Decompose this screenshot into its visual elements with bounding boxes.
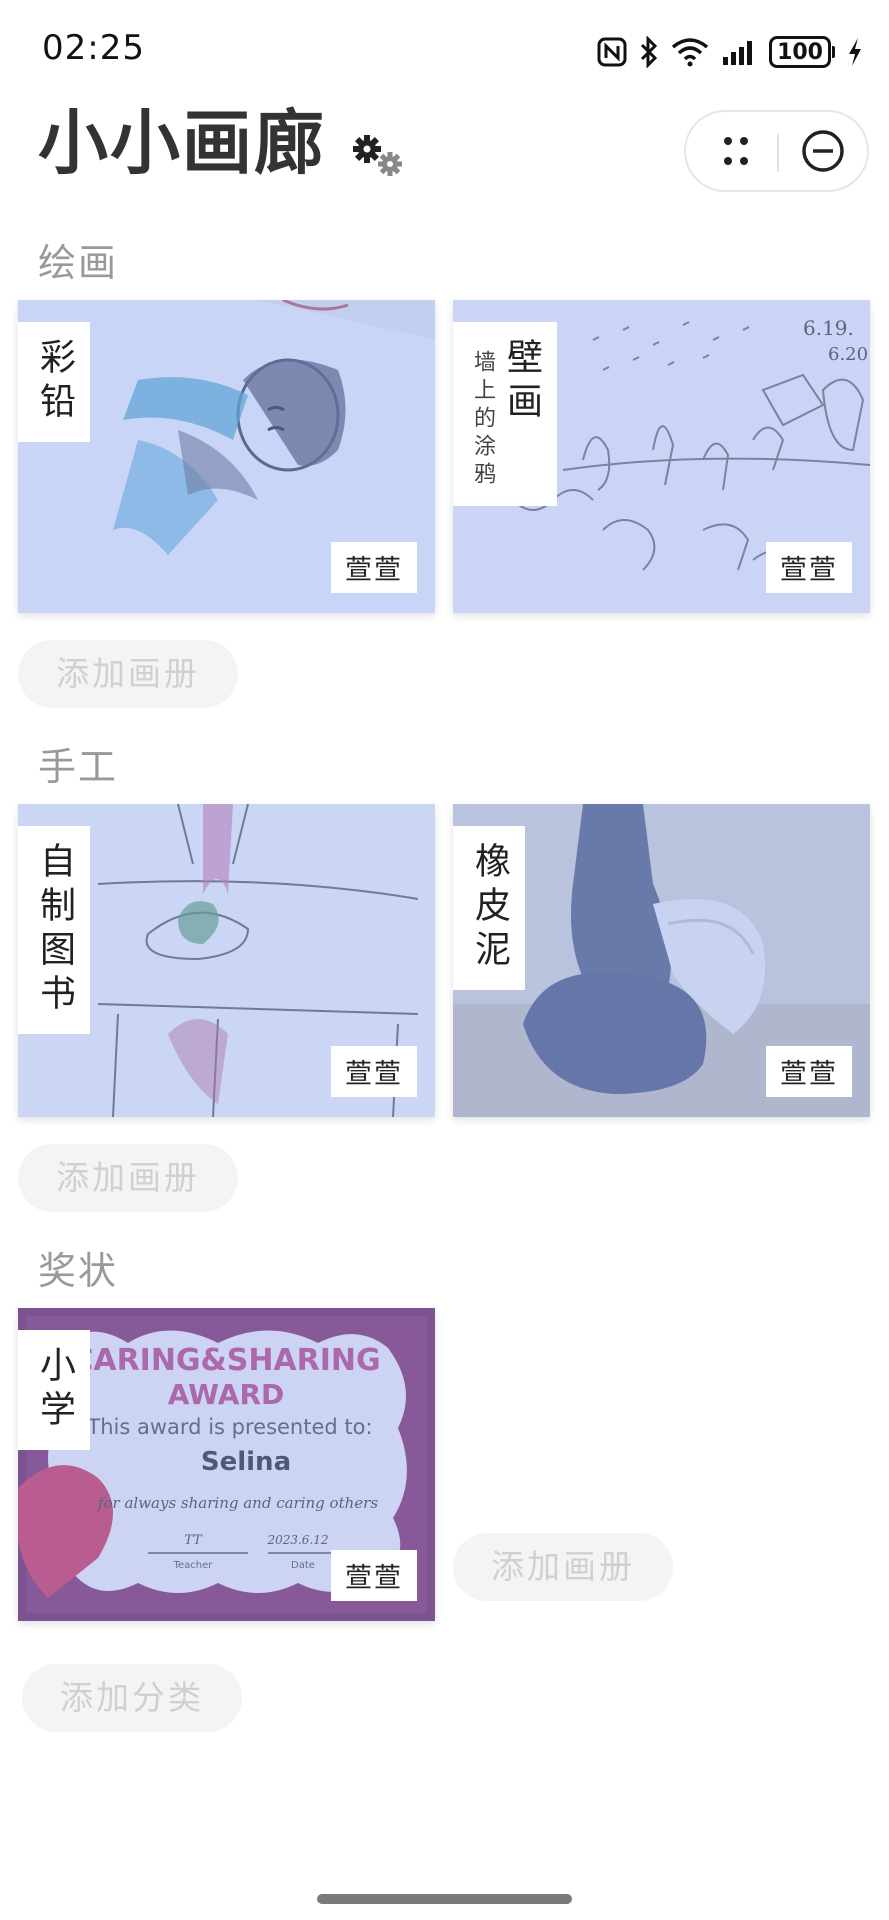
album-title: 彩铅 xyxy=(34,338,75,426)
section-title-painting: 绘画 xyxy=(38,241,119,285)
album-owner: 萱萱 xyxy=(766,1046,852,1097)
status-icons: 100 xyxy=(597,32,863,72)
album-card-mural[interactable]: 6.19. 6.20 壁画 墙上的涂鸦 萱萱 xyxy=(453,300,870,613)
album-card-handmade-book[interactable]: 自制图书 萱萱 xyxy=(18,804,435,1117)
album-label: 橡皮泥 xyxy=(453,826,525,990)
section-title-handicraft: 手工 xyxy=(38,745,119,789)
bluetooth-icon xyxy=(641,36,658,68)
status-time: 02:25 xyxy=(42,28,145,68)
album-card-primary-school[interactable]: CARING&SHARING AWARD This award is prese… xyxy=(18,1308,435,1621)
section-title-certificate: 奖状 xyxy=(38,1249,119,1293)
album-owner: 萱萱 xyxy=(331,1550,417,1601)
add-album-button[interactable]: 添加画册 xyxy=(18,1144,238,1212)
home-indicator[interactable] xyxy=(317,1894,572,1904)
page-title: 小小画廊 xyxy=(38,102,326,184)
album-title: 小学 xyxy=(34,1346,75,1434)
album-owner: 萱萱 xyxy=(766,542,852,593)
album-card-plasticine[interactable]: 橡皮泥 萱萱 xyxy=(453,804,870,1117)
add-category-button[interactable]: 添加分类 xyxy=(22,1664,242,1732)
album-title: 橡皮泥 xyxy=(469,842,510,974)
album-owner: 萱萱 xyxy=(331,1046,417,1097)
album-owner: 萱萱 xyxy=(331,542,417,593)
more-dots-icon[interactable] xyxy=(700,120,770,182)
status-bar: 02:25 100 xyxy=(0,0,889,100)
mini-program-capsule xyxy=(684,110,869,192)
album-title: 自制图书 xyxy=(34,842,75,1018)
album-subtitle: 墙上的涂鸦 xyxy=(470,350,495,490)
album-label: 壁画 墙上的涂鸦 xyxy=(453,322,557,506)
add-album-button[interactable]: 添加画册 xyxy=(18,640,238,708)
battery-level: 100 xyxy=(777,39,823,65)
close-circle-icon[interactable] xyxy=(786,120,860,182)
nfc-icon xyxy=(597,37,627,67)
capsule-divider xyxy=(777,134,779,172)
gears-icon[interactable] xyxy=(352,134,406,180)
album-label: 小学 xyxy=(18,1330,90,1450)
wifi-icon xyxy=(671,38,709,67)
album-title: 壁画 xyxy=(501,338,542,426)
battery-indicator: 100 xyxy=(769,36,835,68)
charging-bolt-icon xyxy=(849,38,861,66)
signal-icon xyxy=(723,41,753,65)
album-label: 自制图书 xyxy=(18,826,90,1034)
album-label: 彩铅 xyxy=(18,322,90,442)
add-album-button[interactable]: 添加画册 xyxy=(453,1533,673,1601)
album-card-colored-pencil[interactable]: 彩铅 萱萱 xyxy=(18,300,435,613)
